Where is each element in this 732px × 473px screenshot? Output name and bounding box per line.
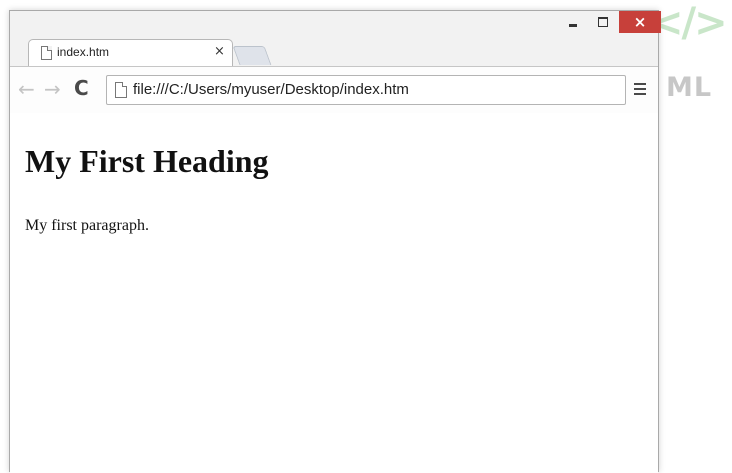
browser-window: × index.htm × ← → C file:///C:/Users/myu… [9, 10, 661, 473]
tab-index[interactable]: index.htm × [28, 39, 233, 67]
maximize-icon [598, 17, 608, 27]
address-bar[interactable]: file:///C:/Users/myuser/Desktop/index.ht… [106, 75, 626, 105]
forward-icon[interactable]: → [44, 77, 61, 101]
address-text[interactable]: file:///C:/Users/myuser/Desktop/index.ht… [133, 81, 409, 98]
maximize-button[interactable] [590, 11, 616, 33]
tab-title: index.htm [57, 45, 110, 59]
minimize-button[interactable] [560, 11, 586, 33]
tab-close-icon[interactable]: × [214, 44, 225, 59]
file-icon [41, 46, 52, 60]
page-heading: My First Heading [25, 143, 269, 179]
page-paragraph: My first paragraph. [25, 217, 149, 234]
menu-icon[interactable] [634, 83, 648, 97]
toolbar: ← → C file:///C:/Users/myuser/Desktop/in… [10, 66, 658, 114]
background-logo-text: ML [666, 72, 713, 103]
close-window-button[interactable]: × [619, 11, 661, 33]
close-icon: × [633, 13, 647, 31]
page-content: My First Heading My first paragraph. [10, 113, 658, 473]
minimize-icon [569, 23, 577, 27]
new-tab-button[interactable] [232, 46, 272, 65]
back-icon[interactable]: ← [18, 77, 35, 101]
page-icon [115, 82, 127, 98]
reload-icon[interactable]: C [74, 76, 89, 100]
background-logo-code: </> [650, 0, 728, 46]
